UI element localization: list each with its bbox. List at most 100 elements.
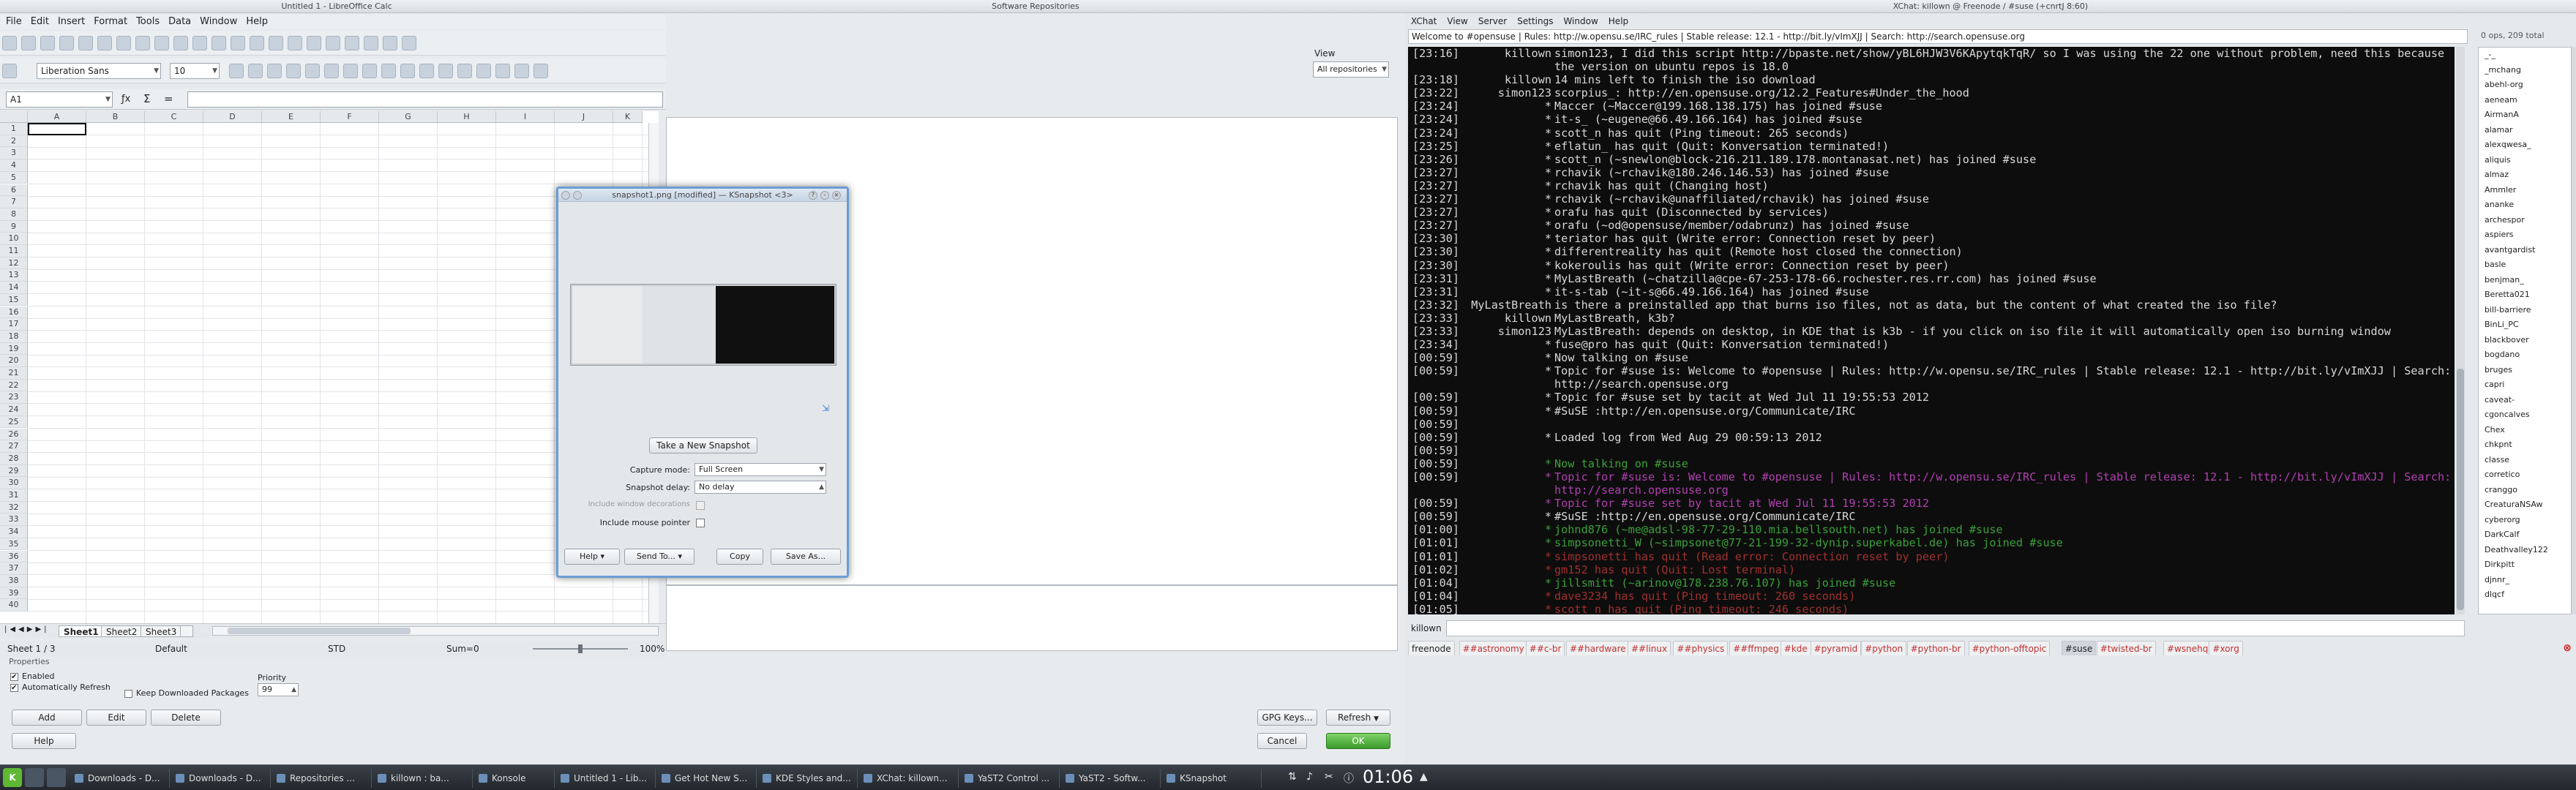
user-list-item[interactable]: Deathvalley122 (2479, 543, 2571, 558)
drag-handle-icon[interactable]: ⇲ (822, 403, 829, 413)
chat-scrollbar[interactable] (2456, 47, 2465, 614)
row-header[interactable]: 30 (0, 477, 28, 489)
chat-nick[interactable]: * (1408, 113, 1551, 126)
row-header[interactable]: 28 (0, 452, 28, 465)
taskbar-item[interactable]: Repositories ... (272, 769, 372, 788)
user-list-item[interactable]: cyberorg (2479, 513, 2571, 528)
channel-tab[interactable]: #python-br (1906, 641, 1965, 655)
channel-tab[interactable]: ##astronomy (1459, 641, 1528, 655)
row-header[interactable]: 40 (0, 599, 28, 612)
align-center-icon[interactable] (305, 64, 320, 78)
chat-nick[interactable]: * (1408, 272, 1551, 285)
align-left-icon[interactable] (286, 64, 301, 78)
add-sheet-icon[interactable] (180, 625, 193, 637)
row-header[interactable]: 12 (0, 257, 28, 270)
bg-color-icon[interactable] (514, 64, 529, 78)
channel-tab[interactable]: #wsnehq (2163, 641, 2212, 655)
chat-nick[interactable]: * (1408, 470, 1551, 484)
chat-nick[interactable]: * (1408, 590, 1551, 603)
name-box[interactable]: A1 ▼ (6, 91, 113, 108)
channel-tab[interactable]: #kde (1780, 641, 1811, 655)
refresh-button[interactable]: Refresh ▼ (1326, 710, 1390, 726)
horizontal-scrollbar[interactable] (212, 626, 659, 636)
user-list-item[interactable]: alexqwesa_ (2479, 138, 2571, 153)
find-icon[interactable] (364, 36, 378, 50)
taskbar-item[interactable]: YaST2 - Softw... (1061, 769, 1161, 788)
sum-icon[interactable]: Σ (143, 92, 150, 105)
capture-mode-combo[interactable]: Full Screen ▼ (694, 463, 826, 476)
font-size-combo[interactable]: 10 ▼ (170, 63, 220, 79)
help-button[interactable]: Help ▾ (564, 549, 620, 565)
row-header[interactable]: 39 (0, 587, 28, 600)
chat-nick[interactable]: * (1408, 245, 1551, 258)
taskbar-item[interactable]: killown : ba... (373, 769, 473, 788)
chat-scroll-thumb[interactable] (2457, 369, 2464, 610)
menu-format[interactable]: Format (94, 15, 127, 29)
styles-icon[interactable] (2, 64, 17, 78)
window-menu-icon[interactable] (561, 191, 570, 200)
chat-nick[interactable]: * (1408, 457, 1551, 470)
edit-file-icon[interactable] (78, 36, 93, 50)
channel-tab[interactable]: ##ffmpeg (1729, 641, 1783, 655)
menu-file[interactable]: File (6, 15, 22, 29)
font-name-combo[interactable]: Liberation Sans ▼ (37, 63, 161, 79)
hyperlink-icon[interactable] (288, 36, 302, 50)
zoom-slider-thumb[interactable] (578, 644, 583, 653)
repo-titlebar[interactable]: Software Repositories (666, 0, 1405, 13)
row-header[interactable]: 22 (0, 379, 28, 392)
equals-icon[interactable]: = (164, 92, 173, 105)
row-header[interactable]: 15 (0, 293, 28, 306)
horizontal-scroll-thumb[interactable] (228, 628, 411, 634)
priority-spinbox[interactable]: 99 ▲ (258, 683, 299, 696)
delete-button[interactable]: Delete (151, 710, 221, 726)
bold-icon[interactable] (229, 64, 244, 78)
channel-tab[interactable]: #pyramid (1810, 641, 1862, 655)
row-header[interactable]: 38 (0, 574, 28, 587)
font-color-icon[interactable] (533, 64, 548, 78)
row-header[interactable]: 14 (0, 282, 28, 294)
column-header[interactable]: I (496, 111, 555, 123)
xchat-titlebar[interactable]: XChat: killown @ Freenode / #suse (+cnrt… (1405, 0, 2576, 13)
network-icon[interactable]: ⇅ (1288, 771, 1297, 783)
chat-nick[interactable]: killown (1408, 47, 1551, 60)
snapshot-preview[interactable] (570, 284, 836, 366)
ksnapshot-titlebar[interactable]: snapshot1.png [modified] — KSnapshot <3>… (558, 189, 847, 202)
user-list-item[interactable]: AirmanA (2479, 108, 2571, 123)
user-list-item[interactable]: Ammler (2479, 183, 2571, 198)
row-header[interactable]: 18 (0, 330, 28, 343)
auto-refresh-checkbox[interactable]: ✔ (10, 684, 18, 692)
taskbar-item[interactable]: Get Hot New S... (657, 769, 757, 788)
taskbar-item[interactable]: Downloads - D... (70, 769, 170, 788)
clock[interactable]: 01:06 (1363, 767, 1413, 787)
chat-nick[interactable]: * (1408, 153, 1551, 166)
user-list-item[interactable]: bruges (2479, 363, 2571, 378)
message-input[interactable] (1446, 620, 2465, 636)
row-header[interactable]: 16 (0, 306, 28, 319)
user-list-item[interactable]: BinLi_PC (2479, 317, 2571, 333)
print-icon[interactable] (116, 36, 131, 50)
formula-input[interactable] (187, 91, 663, 108)
row-header[interactable]: 4 (0, 159, 28, 172)
chat-nick[interactable]: killown (1408, 73, 1551, 86)
sort-desc-icon[interactable] (326, 36, 340, 50)
row-header[interactable]: 25 (0, 415, 28, 429)
chat-nick[interactable]: * (1408, 192, 1551, 206)
chat-nick[interactable]: * (1408, 497, 1551, 510)
channel-tab[interactable]: #twisted-br (2096, 641, 2156, 655)
pin-icon[interactable] (573, 191, 582, 200)
percent-icon[interactable] (400, 64, 415, 78)
chart-icon[interactable] (345, 36, 359, 50)
add-button[interactable]: Add (12, 710, 82, 726)
menu-help[interactable]: Help (1609, 15, 1628, 28)
row-header[interactable]: 5 (0, 171, 28, 184)
close-tab-icon[interactable]: ⊗ (2563, 642, 2572, 654)
row-header[interactable]: 19 (0, 342, 28, 356)
user-list-item[interactable]: dlqcf (2479, 587, 2571, 603)
row-header[interactable]: 1 (0, 123, 28, 135)
row-header[interactable]: 31 (0, 489, 28, 502)
number-icon[interactable] (419, 64, 434, 78)
taskbar-item[interactable]: YaST2 Control ... (960, 769, 1060, 788)
menu-edit[interactable]: Edit (31, 15, 49, 29)
user-list-item[interactable]: capri (2479, 377, 2571, 393)
underline-icon[interactable] (267, 64, 282, 78)
